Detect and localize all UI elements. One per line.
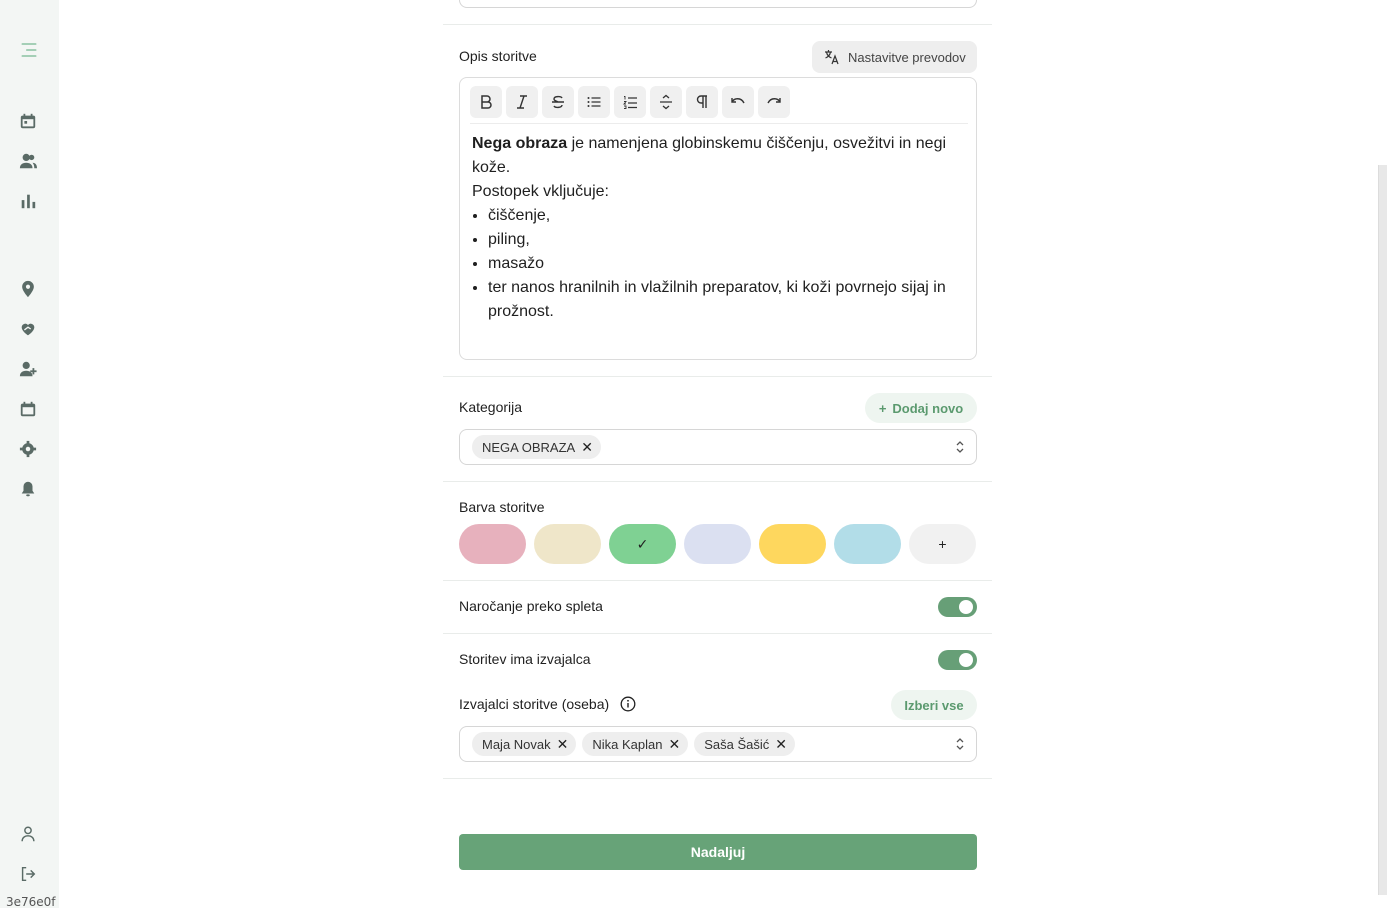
color-label: Barva storitve — [459, 499, 545, 515]
description-intro-bold: Nega obraza — [472, 135, 568, 152]
select-all-button[interactable]: Izberi vse — [891, 690, 977, 720]
category-chip-label: NEGA OBRAZA — [482, 439, 576, 455]
scrollbar[interactable] — [1378, 165, 1387, 895]
paragraph-icon — [696, 95, 707, 108]
checkmark-icon: ✓ — [636, 535, 649, 552]
bell-icon[interactable] — [18, 479, 38, 499]
online-booking-label: Naročanje preko spleta — [459, 598, 603, 614]
chevron-up-down-icon — [956, 441, 964, 453]
previous-field[interactable] — [459, 0, 977, 8]
translation-settings-label: Nastavitve prevodov — [848, 49, 966, 65]
remove-chip-icon[interactable]: ✕ — [557, 736, 569, 753]
strikethrough-button[interactable] — [542, 86, 574, 118]
remove-chip-icon[interactable]: ✕ — [775, 736, 787, 753]
remove-chip-icon[interactable]: ✕ — [581, 439, 593, 456]
color-swatch[interactable] — [534, 524, 601, 564]
online-booking-toggle[interactable] — [938, 597, 977, 617]
undo-button[interactable] — [722, 86, 754, 118]
category-chip: NEGA OBRAZA ✕ — [472, 435, 601, 459]
color-swatch[interactable] — [684, 524, 751, 564]
redo-icon — [767, 98, 781, 104]
bar-chart-icon[interactable] — [18, 191, 38, 211]
providers-label: Izvajalci storitve (oseba) — [459, 696, 610, 712]
horizontal-rule-icon — [660, 94, 672, 110]
calendar-icon[interactable] — [18, 111, 38, 131]
divider — [443, 24, 992, 25]
calendar-schedule-icon[interactable] — [18, 399, 38, 419]
chevron-up-down-icon — [956, 738, 964, 750]
translation-settings-button[interactable]: Nastavitve prevodov — [812, 41, 977, 73]
select-all-label: Izberi vse — [904, 697, 964, 713]
provider-chip: Maja Novak ✕ — [472, 732, 577, 756]
description-intro: Nega obraza je namenjena globinskemu čiš… — [472, 132, 970, 180]
has-provider-toggle[interactable] — [938, 650, 977, 670]
menu-icon[interactable] — [17, 39, 41, 61]
remove-chip-icon[interactable]: ✕ — [668, 736, 680, 753]
paragraph-button[interactable] — [686, 86, 718, 118]
list-item: piling, — [488, 228, 970, 252]
divider — [443, 481, 992, 482]
horizontal-rule-button[interactable] — [650, 86, 682, 118]
provider-chip: Saša Šašić ✕ — [694, 732, 795, 756]
user-add-icon[interactable] — [18, 359, 38, 379]
build-hash: 3e76e0f — [6, 895, 56, 908]
users-icon[interactable] — [18, 151, 38, 171]
provider-chip-label: Nika Kaplan — [592, 736, 663, 752]
color-swatch[interactable] — [834, 524, 901, 564]
add-category-button[interactable]: + Dodaj novo — [865, 393, 977, 423]
divider — [443, 778, 992, 779]
ordered-list-button[interactable] — [614, 86, 646, 118]
plus-icon: + — [938, 536, 947, 552]
divider — [443, 376, 992, 377]
provider-chip-label: Saša Šašić — [704, 736, 770, 752]
color-swatch-selected[interactable]: ✓ — [609, 524, 676, 564]
provider-chip: Nika Kaplan ✕ — [582, 732, 689, 756]
list-item: masažo — [488, 252, 970, 276]
list-item: čiščenje, — [488, 204, 970, 228]
continue-button[interactable]: Nadaljuj — [459, 834, 977, 870]
toolbar-divider — [470, 123, 968, 124]
add-color-button[interactable]: + — [909, 524, 976, 564]
rich-text-editor[interactable]: Nega obraza je namenjena globinskemu čiš… — [459, 77, 977, 360]
editor-content[interactable]: Nega obraza je namenjena globinskemu čiš… — [472, 132, 970, 324]
provider-chip-label: Maja Novak — [482, 736, 551, 752]
italic-icon — [517, 95, 527, 109]
color-swatches: ✓ + — [459, 524, 976, 564]
bold-button[interactable] — [470, 86, 502, 118]
info-icon[interactable] — [620, 696, 636, 712]
heart-hand-icon[interactable] — [18, 319, 38, 339]
category-select[interactable]: NEGA OBRAZA ✕ — [459, 429, 977, 465]
color-swatch[interactable] — [759, 524, 826, 564]
translate-icon — [825, 50, 839, 65]
logout-icon[interactable] — [18, 864, 38, 884]
profile-icon[interactable] — [18, 824, 38, 844]
providers-select[interactable]: Maja Novak ✕ Nika Kaplan ✕ Saša Šašić ✕ — [459, 726, 977, 762]
category-label: Kategorija — [459, 399, 523, 415]
list-item: ter nanos hranilnih in vlažilnih prepara… — [488, 276, 970, 324]
editor-toolbar — [470, 86, 790, 118]
redo-button[interactable] — [758, 86, 790, 118]
gear-icon[interactable] — [18, 439, 38, 459]
location-icon[interactable] — [18, 279, 38, 299]
divider — [443, 580, 992, 581]
bold-icon — [481, 95, 492, 109]
bullet-list-icon — [587, 97, 601, 107]
description-line2: Postopek vključuje: — [472, 183, 609, 200]
italic-button[interactable] — [506, 86, 538, 118]
undo-icon — [731, 98, 745, 104]
divider — [443, 633, 992, 634]
color-swatch[interactable] — [459, 524, 526, 564]
description-list: čiščenje, piling, masažo ter nanos hrani… — [472, 204, 970, 324]
strikethrough-icon — [552, 95, 564, 109]
has-provider-label: Storitev ima izvajalca — [459, 651, 591, 667]
ordered-list-icon — [623, 96, 637, 109]
description-label: Opis storitve — [459, 48, 537, 64]
plus-icon: + — [878, 400, 887, 416]
add-category-label: Dodaj novo — [892, 400, 964, 416]
service-form: Opis storitve Nastavitve prevodov Nega o… — [443, 0, 992, 908]
sidebar: 3e76e0f — [0, 0, 59, 908]
bullet-list-button[interactable] — [578, 86, 610, 118]
